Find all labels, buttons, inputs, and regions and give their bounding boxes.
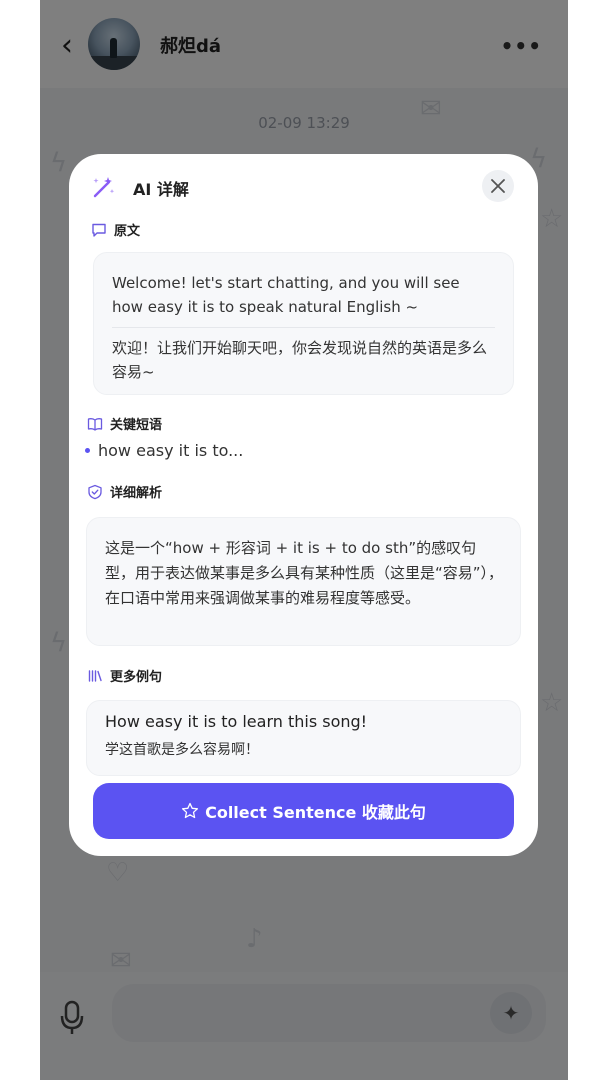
original-heading-label: 原文 (114, 224, 141, 239)
detail-section-heading: 详细解析 (87, 482, 162, 501)
example-english-text: How easy it is to learn this song! (105, 712, 368, 731)
original-chinese-text: 欢迎！让我们开始聊天吧，你会发现说自然的英语是多么容易~ (112, 339, 488, 381)
ai-detail-modal: AI 详解 原文 Welcome! let's start chatting, … (69, 154, 538, 856)
key-phrase-text: how easy it is to... (98, 441, 244, 460)
collect-sentence-button[interactable]: Collect Sentence 收藏此句 (93, 783, 514, 839)
examples-section-heading: 更多例句 (87, 666, 162, 685)
key-phrases-section-heading: 关键短语 (87, 414, 162, 433)
shield-check-icon (88, 484, 102, 499)
key-phrase-item: how easy it is to... (85, 441, 243, 460)
close-button[interactable] (482, 170, 514, 202)
detail-card: 这是一个“how + 形容词 + it is + to do sth”的感叹句型… (86, 517, 521, 646)
open-book-icon (87, 417, 103, 431)
divider (112, 327, 495, 328)
detail-text: 这是一个“how + 形容词 + it is + to do sth”的感叹句型… (105, 539, 504, 607)
library-books-icon (88, 669, 102, 682)
close-icon (491, 179, 505, 193)
original-card: Welcome! let's start chatting, and you w… (93, 252, 514, 395)
modal-title: AI 详解 (133, 180, 189, 199)
example-card: How easy it is to learn this song! 学这首歌是… (86, 700, 521, 776)
examples-heading-label: 更多例句 (110, 670, 163, 685)
detail-heading-label: 详细解析 (110, 486, 163, 501)
star-outline-icon (182, 802, 199, 819)
example-chinese-text: 学这首歌是多么容易啊！ (105, 742, 259, 758)
original-english-text: Welcome! let's start chatting, and you w… (112, 274, 460, 316)
collect-sentence-label: Collect Sentence 收藏此句 (205, 803, 426, 822)
bullet-dot (85, 448, 90, 453)
key-phrases-heading-label: 关键短语 (110, 418, 163, 433)
chat-bubble-icon (92, 223, 106, 237)
magic-wand-icon (93, 177, 115, 198)
original-section-heading: 原文 (91, 220, 140, 239)
